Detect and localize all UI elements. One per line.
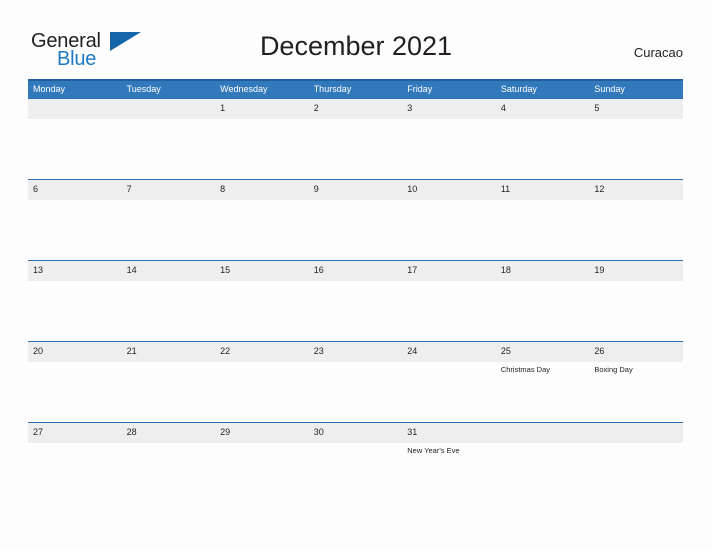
day-event: Christmas Day (500, 365, 550, 374)
week-row: 27 28 29 30 31 New Year's Eve (28, 422, 683, 482)
day-cell[interactable]: 7 (122, 180, 216, 260)
day-number: 17 (407, 265, 418, 275)
region-label: Curacao (633, 45, 683, 60)
day-cell[interactable]: 22 (215, 342, 309, 422)
day-number: 4 (500, 103, 506, 113)
day-event: New Year's Eve (407, 446, 460, 455)
day-number: 6 (33, 184, 39, 194)
day-cell[interactable]: 8 (215, 180, 309, 260)
calendar-page: General Blue December 2021 Curacao Monda… (0, 0, 712, 550)
day-number: 15 (220, 265, 231, 275)
day-number: 23 (313, 346, 324, 356)
day-cell[interactable]: 30 (309, 423, 403, 482)
day-cell[interactable]: 4 (496, 99, 590, 179)
day-number: 11 (500, 184, 511, 194)
day-number: 31 (407, 427, 418, 437)
day-number: 3 (407, 103, 413, 113)
day-cell[interactable] (28, 99, 122, 179)
day-number: 28 (126, 427, 137, 437)
day-cell[interactable]: 20 (28, 342, 122, 422)
calendar-grid: Monday Tuesday Wednesday Thursday Friday… (28, 79, 683, 482)
day-number: 7 (126, 184, 132, 194)
day-cell[interactable] (589, 423, 683, 482)
day-number: 2 (313, 103, 319, 113)
day-cell[interactable]: 21 (122, 342, 216, 422)
day-cell[interactable]: 6 (28, 180, 122, 260)
day-event: Boxing Day (594, 365, 633, 374)
day-cell[interactable]: 25 Christmas Day (496, 342, 590, 422)
page-title: December 2021 (259, 31, 453, 61)
day-cell[interactable]: 19 (589, 261, 683, 341)
weekday-header-sunday: Sunday (594, 84, 625, 94)
day-number: 29 (220, 427, 231, 437)
day-cell[interactable]: 3 (402, 99, 496, 179)
day-number: 27 (33, 427, 44, 437)
weekday-header-saturday: Saturday (500, 84, 537, 94)
day-number: 14 (126, 265, 137, 275)
day-number: 20 (33, 346, 44, 356)
day-cell[interactable]: 28 (122, 423, 216, 482)
week-row: 6 7 8 9 10 11 12 (28, 179, 683, 260)
day-cell[interactable]: 5 (589, 99, 683, 179)
day-number: 30 (313, 427, 324, 437)
day-number: 16 (313, 265, 324, 275)
day-cell[interactable]: 10 (402, 180, 496, 260)
day-cell[interactable]: 9 (309, 180, 403, 260)
day-number: 9 (313, 184, 319, 194)
day-cell[interactable]: 1 (215, 99, 309, 179)
week-row: 1 2 3 4 5 (28, 98, 683, 179)
day-cell[interactable]: 18 (496, 261, 590, 341)
day-cell[interactable] (122, 99, 216, 179)
day-cell[interactable]: 13 (28, 261, 122, 341)
day-cell[interactable]: 11 (496, 180, 590, 260)
day-cell[interactable]: 31 New Year's Eve (402, 423, 496, 482)
weekday-header-monday: Monday (33, 84, 66, 94)
weekday-header-thursday: Thursday (313, 84, 352, 94)
weekday-header-row: Monday Tuesday Wednesday Thursday Friday… (28, 79, 683, 98)
day-number: 21 (126, 346, 137, 356)
day-number: 25 (500, 346, 511, 356)
day-cell[interactable]: 23 (309, 342, 403, 422)
weekday-header-wednesday: Wednesday (220, 84, 268, 94)
day-number: 10 (407, 184, 418, 194)
week-row: 20 21 22 23 24 25 Christmas Day 26 Boxin… (28, 341, 683, 422)
day-number: 8 (220, 184, 226, 194)
day-cell[interactable]: 27 (28, 423, 122, 482)
day-cell[interactable]: 24 (402, 342, 496, 422)
day-cell[interactable] (496, 423, 590, 482)
day-number: 12 (594, 184, 605, 194)
day-cell[interactable]: 2 (309, 99, 403, 179)
day-number: 18 (500, 265, 511, 275)
day-number: 13 (33, 265, 44, 275)
day-number: 5 (594, 103, 600, 113)
day-cell[interactable]: 16 (309, 261, 403, 341)
week-row: 13 14 15 16 17 18 19 (28, 260, 683, 341)
day-number: 24 (407, 346, 418, 356)
day-number: 22 (220, 346, 231, 356)
weekday-header-tuesday: Tuesday (126, 84, 161, 94)
day-number: 1 (220, 103, 226, 113)
day-cell[interactable]: 12 (589, 180, 683, 260)
day-cell[interactable]: 26 Boxing Day (589, 342, 683, 422)
day-number: 19 (594, 265, 605, 275)
day-number: 26 (594, 346, 605, 356)
weekday-header-friday: Friday (407, 84, 433, 94)
day-cell[interactable]: 14 (122, 261, 216, 341)
page-header: General Blue December 2021 Curacao (0, 0, 712, 78)
day-cell[interactable]: 29 (215, 423, 309, 482)
day-cell[interactable]: 17 (402, 261, 496, 341)
day-cell[interactable]: 15 (215, 261, 309, 341)
